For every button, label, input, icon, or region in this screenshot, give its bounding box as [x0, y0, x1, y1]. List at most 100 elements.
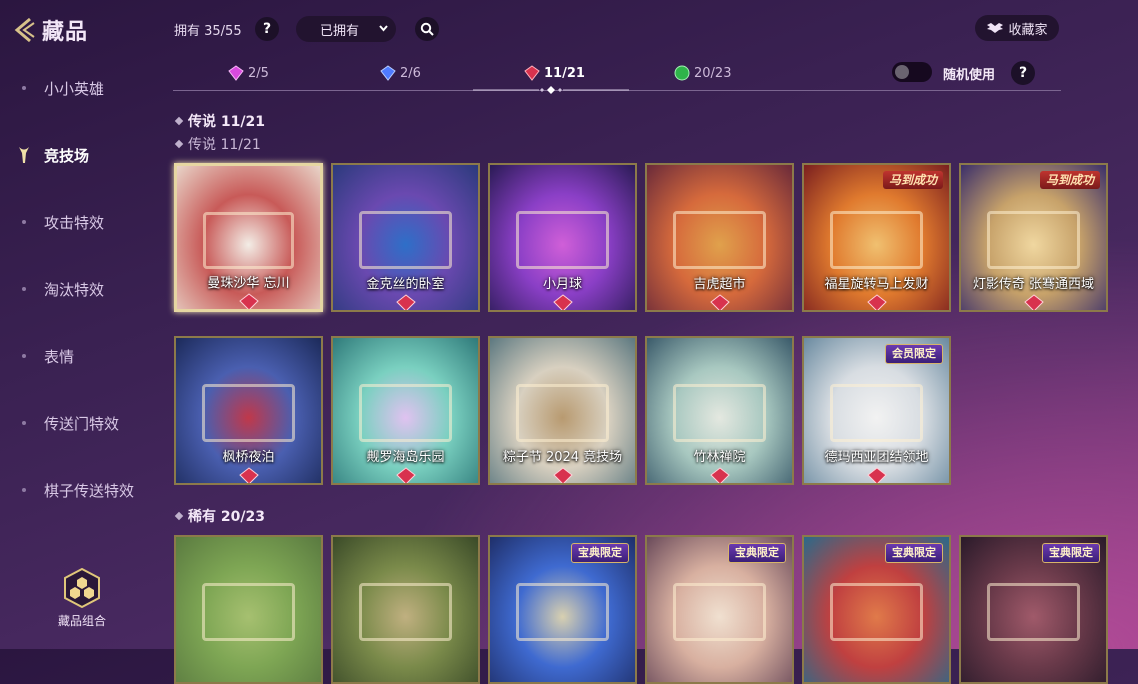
arena-card[interactable] [174, 535, 323, 684]
arena-board-shape [987, 211, 1080, 270]
arena-card[interactable]: 竹林禅院 [645, 336, 794, 485]
torch-icon [19, 147, 29, 163]
arena-board-shape [202, 211, 295, 269]
bullet-icon [22, 354, 26, 358]
rarity-gem-icon [238, 467, 259, 483]
collection-combo-button[interactable]: 藏品组合 [52, 568, 112, 629]
sidebar-item-finisher-effects[interactable]: 淘汰特效 [0, 269, 160, 309]
search-button[interactable] [415, 17, 439, 41]
arena-card-label: 曼珠沙华 忘川 [207, 276, 290, 291]
arena-card-label: 福星旋转马上发财 [824, 277, 929, 292]
arena-thumbnail [176, 537, 321, 682]
arena-card[interactable]: 曼珠沙华 忘川 [174, 163, 323, 312]
arena-card[interactable]: 宝典限定 [802, 535, 951, 684]
tab-epic[interactable]: 2/6 [380, 62, 421, 84]
rarity-gem-icon [866, 467, 887, 483]
sidebar-item-label: 攻击特效 [44, 213, 105, 232]
sidebar-item-label: 小小英雄 [44, 79, 105, 98]
arena-board-shape [830, 384, 923, 443]
tab-rare[interactable]: 20/23 [674, 62, 731, 84]
sidebar-item-portal-effects[interactable]: 传送门特效 [0, 403, 160, 443]
gem-icon [524, 65, 540, 81]
arena-card-label: 竹林禅院 [693, 450, 746, 465]
arena-card[interactable] [331, 535, 480, 684]
chevron-down-icon [379, 25, 388, 32]
rarity-gem-icon [866, 294, 887, 310]
arena-card-label: 金克丝的卧室 [366, 277, 445, 292]
arena-card[interactable]: 小月球 [488, 163, 637, 312]
arena-card[interactable]: 金克丝的卧室 [331, 163, 480, 312]
tab-legendary[interactable]: 11/21 [524, 62, 585, 84]
collector-button[interactable]: 收藏家 [975, 15, 1059, 41]
bullet-icon [22, 421, 26, 425]
sidebar-item-little-legends[interactable]: 小小英雄 [0, 68, 160, 108]
back-button[interactable]: 藏品 [12, 14, 88, 46]
gem-icon [228, 65, 244, 81]
arena-board-shape [516, 583, 609, 642]
random-help-button[interactable]: ? [1011, 61, 1035, 85]
arena-card-label: 德玛西亚团结领地 [824, 450, 929, 465]
arena-board-shape [673, 211, 766, 270]
random-use-toggle[interactable] [892, 62, 932, 82]
arena-board-shape [359, 583, 452, 642]
arena-card-label: 吉虎超市 [693, 277, 746, 292]
arena-card-label: 小月球 [542, 277, 582, 292]
arena-card[interactable]: 马到成功 福星旋转马上发财 [802, 163, 951, 312]
diamond-icon [174, 116, 184, 126]
page-title: 藏品 [42, 20, 89, 45]
ownership-filter-select[interactable]: 已拥有 [296, 16, 396, 42]
sidebar-item-emotes[interactable]: 表情 [0, 336, 160, 376]
arena-card[interactable]: 马到成功 灯影传奇 张骞通西域 [959, 163, 1108, 312]
arena-card[interactable]: 宝典限定 [488, 535, 637, 684]
sidebar-item-attack-effects[interactable]: 攻击特效 [0, 202, 160, 242]
rarity-gem-icon [395, 467, 416, 483]
card-badge: 宝典限定 [1042, 543, 1100, 563]
rarity-gem-icon [552, 467, 573, 483]
sidebar-item-label: 淘汰特效 [44, 280, 105, 299]
diamond-icon [174, 511, 184, 521]
help-button[interactable]: ? [255, 17, 279, 41]
card-badge: 宝典限定 [571, 543, 629, 563]
arena-board-shape [359, 384, 452, 443]
arena-card-label: 觍罗海岛乐园 [366, 450, 445, 465]
bullet-icon [22, 220, 26, 224]
arena-card[interactable]: 粽子节 2024 竞技场 [488, 336, 637, 485]
section-title-legendary: 传说 11/21 [174, 111, 265, 131]
arena-card[interactable]: 宝典限定 [959, 535, 1108, 684]
search-icon [420, 22, 434, 36]
arena-card[interactable]: 枫桥夜泊 [174, 336, 323, 485]
gem-icon [380, 65, 396, 81]
arena-card[interactable]: 会员限定 德玛西亚团结领地 [802, 336, 951, 485]
toggle-knob [895, 65, 909, 79]
arena-board-shape [202, 583, 295, 642]
arena-board-shape [359, 211, 452, 270]
sidebar-item-label: 表情 [44, 347, 75, 366]
collection-combo-label: 藏品组合 [57, 614, 106, 628]
arena-card[interactable]: 觍罗海岛乐园 [331, 336, 480, 485]
tab-active-indicator [473, 86, 629, 94]
rarity-gem-icon [552, 294, 573, 310]
chevron-left-icon [14, 17, 35, 43]
sidebar-item-unit-portal-effects[interactable]: 棋子传送特效 [0, 470, 160, 510]
arena-card[interactable]: 宝典限定 [645, 535, 794, 684]
sidebar-item-label: 传送门特效 [44, 414, 120, 433]
arena-board-shape [987, 583, 1080, 642]
arena-card-label: 粽子节 2024 竞技场 [502, 450, 623, 465]
arena-card[interactable]: 吉虎超市 [645, 163, 794, 312]
rarity-gem-icon [238, 293, 259, 309]
arena-board-shape [830, 211, 923, 270]
arena-thumbnail [333, 537, 478, 682]
arena-board-shape [516, 384, 609, 443]
help-icon: ? [262, 21, 272, 37]
sidebar-item-arena[interactable]: 竞技场 [0, 135, 160, 175]
tab-mythic[interactable]: 2/5 [228, 62, 269, 84]
card-badge: 宝典限定 [728, 543, 786, 563]
rarity-gem-icon [709, 467, 730, 483]
rarity-gem-icon [709, 294, 730, 310]
tab-label: 2/6 [400, 65, 421, 81]
section-title-rare: 稀有 20/23 [174, 506, 265, 526]
section-title-legendary-sticky: 传说 11/21 [174, 134, 261, 154]
filter-value: 已拥有 [320, 23, 360, 39]
tab-label: 2/5 [248, 65, 269, 81]
help-icon: ? [1018, 65, 1028, 81]
